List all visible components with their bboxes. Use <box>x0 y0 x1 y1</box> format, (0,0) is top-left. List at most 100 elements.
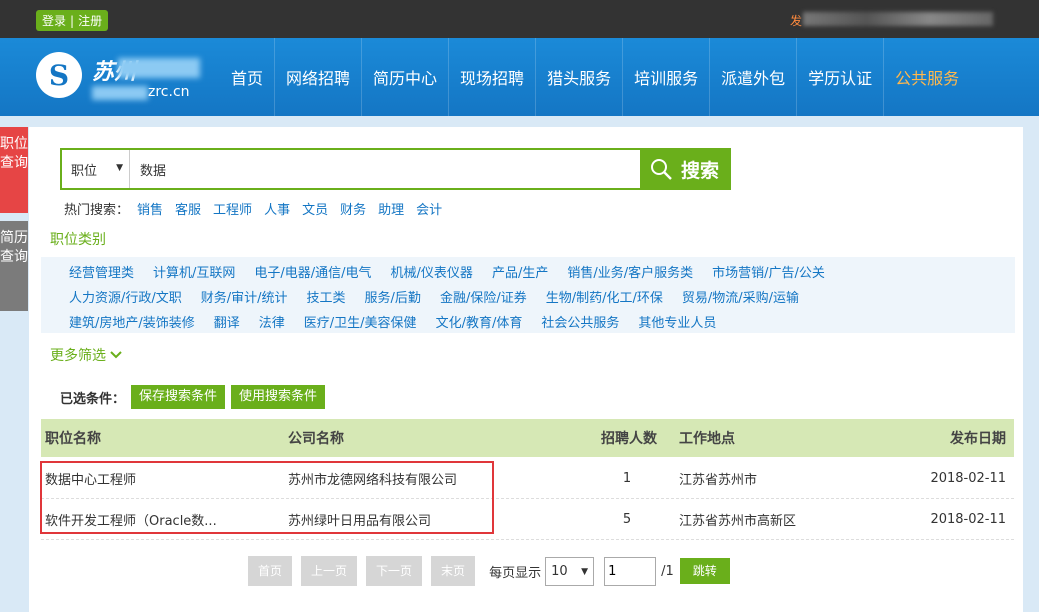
category-item[interactable]: 经营管理类 <box>69 262 134 281</box>
blurred-top-info <box>803 12 993 26</box>
selected-conditions: 已选条件： 保存搜索条件 使用搜索条件 <box>60 385 331 409</box>
category-item[interactable]: 建筑/房地产/装饰装修 <box>69 312 195 331</box>
hot-keyword[interactable]: 人事 <box>264 199 290 218</box>
category-item[interactable]: 生物/制药/化工/环保 <box>546 287 663 306</box>
prev-page-button[interactable]: 上一页 <box>301 556 358 586</box>
logo-sub-blur <box>92 86 148 100</box>
page-number-input[interactable] <box>604 556 657 586</box>
top-bar: 登录 | 注册 发 <box>0 0 1039 38</box>
save-search-button[interactable]: 保存搜索条件 <box>131 385 226 409</box>
publish-date: 2018-02-11 <box>930 511 1006 527</box>
category-item[interactable]: 法律 <box>259 312 285 331</box>
col-location: 工作地点 <box>679 431 735 447</box>
search-input[interactable] <box>130 150 640 188</box>
page-total: /1 <box>661 563 674 579</box>
category-item[interactable]: 财务/审计/统计 <box>201 287 288 306</box>
nav-headhunting[interactable]: 猎头服务 <box>535 38 622 116</box>
company-link[interactable]: 苏州绿叶日用品有限公司 <box>288 510 431 529</box>
login-link[interactable]: 登录 <box>42 12 66 29</box>
nav-degree-verify[interactable]: 学历认证 <box>796 38 883 116</box>
category-item[interactable]: 技工类 <box>307 287 346 306</box>
search-icon <box>651 159 672 180</box>
nav-public-service[interactable]: 公共服务 <box>883 38 970 116</box>
nav-training[interactable]: 培训服务 <box>622 38 709 116</box>
col-job-name: 职位名称 <box>45 431 101 447</box>
hot-keyword[interactable]: 会计 <box>416 199 442 218</box>
hot-keyword[interactable]: 财务 <box>340 199 366 218</box>
category-item[interactable]: 机械/仪表仪器 <box>391 262 473 281</box>
col-date: 发布日期 <box>950 431 1006 447</box>
more-filters-label: 更多筛选 <box>50 348 106 364</box>
table-row: 软件开发工程师（Oracle数... 苏州绿叶日用品有限公司 5 江苏省苏州市高… <box>41 499 1014 540</box>
hot-keyword[interactable]: 工程师 <box>213 199 252 218</box>
top-right-text: 发 <box>790 14 803 28</box>
per-page-select[interactable]: 10 ▼ <box>545 556 595 586</box>
register-link[interactable]: 注册 <box>78 12 102 29</box>
main-nav: 首页 网络招聘 简历中心 现场招聘 猎头服务 培训服务 派遣外包 学历认证 公共… <box>220 38 970 116</box>
category-item[interactable]: 人力资源/行政/文职 <box>69 287 182 306</box>
chevron-down-icon <box>110 351 122 359</box>
category-item[interactable]: 产品/生产 <box>492 262 548 281</box>
search-button[interactable]: 搜索 <box>641 148 731 190</box>
hot-keyword[interactable]: 文员 <box>302 199 328 218</box>
auth-separator: | <box>70 13 75 28</box>
logo-blur <box>118 58 200 78</box>
category-item[interactable]: 服务/后勤 <box>365 287 421 306</box>
use-search-button[interactable]: 使用搜索条件 <box>231 385 326 409</box>
search-button-label: 搜索 <box>681 159 720 182</box>
category-row: 人力资源/行政/文职 财务/审计/统计 技工类 服务/后勤 金融/保险/证券 生… <box>69 284 1015 309</box>
nav-resume-center[interactable]: 简历中心 <box>361 38 448 116</box>
selected-conditions-label: 已选条件： <box>60 391 126 407</box>
work-location: 江苏省苏州市 <box>679 472 758 488</box>
category-item[interactable]: 文化/教育/体育 <box>436 312 523 331</box>
hot-search: 热门搜索： 销售 客服 工程师 人事 文员 财务 助理 会计 <box>64 199 454 218</box>
logo-icon[interactable]: S <box>36 52 82 98</box>
main-panel: 职位 ▼ 搜索 热门搜索： 销售 客服 工程师 人事 文员 财务 助理 会计 职… <box>29 127 1023 612</box>
nav-outsourcing[interactable]: 派遣外包 <box>709 38 796 116</box>
category-item[interactable]: 社会公共服务 <box>541 312 619 331</box>
last-page-button[interactable]: 末页 <box>431 556 476 586</box>
first-page-button[interactable]: 首页 <box>248 556 293 586</box>
category-item[interactable]: 医疗/卫生/美容保健 <box>304 312 417 331</box>
search-type-value: 职位 <box>71 163 98 179</box>
company-link[interactable]: 苏州市龙德网络科技有限公司 <box>288 469 457 488</box>
category-row: 经营管理类 计算机/互联网 电子/电器/通信/电气 机械/仪表仪器 产品/生产 … <box>69 259 1015 284</box>
category-item[interactable]: 贸易/物流/采购/运输 <box>682 287 799 306</box>
hot-keyword[interactable]: 助理 <box>378 199 404 218</box>
caret-down-icon: ▼ <box>116 163 123 173</box>
category-row: 建筑/房地产/装饰装修 翻译 法律 医疗/卫生/美容保健 文化/教育/体育 社会… <box>69 309 1015 334</box>
job-title-link[interactable]: 软件开发工程师（Oracle数... <box>45 510 217 529</box>
col-count: 招聘人数 <box>601 431 657 447</box>
category-item[interactable]: 其他专业人员 <box>638 312 716 331</box>
table-row: 数据中心工程师 苏州市龙德网络科技有限公司 1 江苏省苏州市 2018-02-1… <box>41 458 1014 499</box>
auth-links: 登录 | 注册 <box>36 10 109 31</box>
col-company: 公司名称 <box>288 431 344 447</box>
side-tab-job-search[interactable]: 职位查询 <box>0 127 28 213</box>
hot-keyword[interactable]: 客服 <box>175 199 201 218</box>
category-item[interactable]: 金融/保险/证券 <box>440 287 527 306</box>
hire-count: 5 <box>622 511 632 527</box>
category-item[interactable]: 翻译 <box>214 312 240 331</box>
more-filters-toggle[interactable]: 更多筛选 <box>50 345 122 365</box>
nav-home[interactable]: 首页 <box>220 38 274 116</box>
hot-search-label: 热门搜索： <box>64 203 130 218</box>
search-type-select[interactable]: 职位 ▼ <box>62 150 130 188</box>
pagination: 首页 上一页 下一页 末页 每页显示 10 ▼ /1 跳转 <box>248 556 730 586</box>
work-location: 江苏省苏州市高新区 <box>679 513 797 529</box>
hot-keyword[interactable]: 销售 <box>137 199 163 218</box>
jump-button[interactable]: 跳转 <box>679 558 730 584</box>
publish-date: 2018-02-11 <box>930 470 1006 486</box>
next-page-button[interactable]: 下一页 <box>366 556 423 586</box>
category-item[interactable]: 销售/业务/客户服务类 <box>567 262 693 281</box>
side-tab-resume-search[interactable]: 简历查询 <box>0 221 28 311</box>
hire-count: 1 <box>622 470 632 486</box>
category-item[interactable]: 电子/电器/通信/电气 <box>254 262 371 281</box>
category-item[interactable]: 计算机/互联网 <box>153 262 235 281</box>
job-title-link[interactable]: 数据中心工程师 <box>45 469 136 488</box>
category-item[interactable]: 市场营销/广告/公关 <box>712 262 825 281</box>
logo-domain: zrc.cn <box>148 84 190 100</box>
nav-online-recruit[interactable]: 网络招聘 <box>274 38 361 116</box>
nav-onsite-recruit[interactable]: 现场招聘 <box>448 38 535 116</box>
search-box: 职位 ▼ <box>60 148 642 190</box>
category-title: 职位类别 <box>50 232 106 248</box>
